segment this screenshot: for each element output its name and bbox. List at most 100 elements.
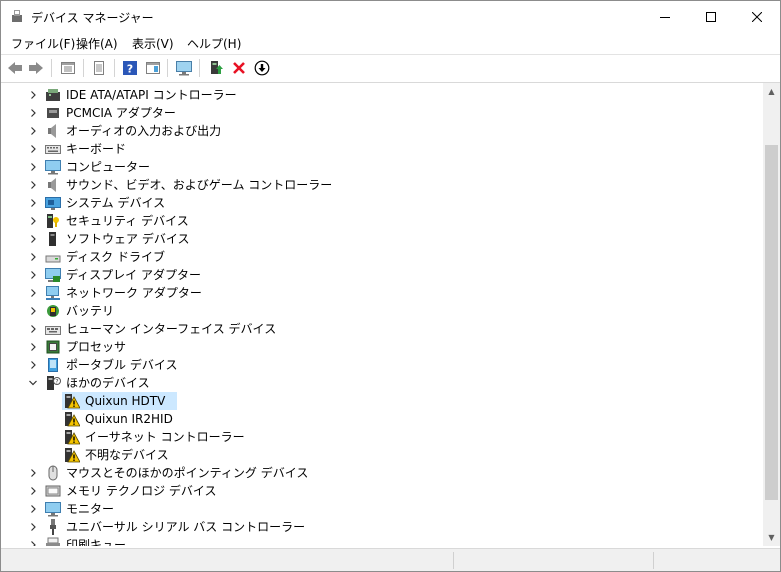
expand-chevron-icon[interactable] xyxy=(27,250,39,264)
status-pane-divider xyxy=(653,552,654,569)
driver-details-button[interactable] xyxy=(89,58,109,78)
update-driver-button[interactable] xyxy=(206,58,226,78)
device-category-row[interactable]: ? ほかのデバイス xyxy=(1,374,741,392)
device-label: 不明なデバイス xyxy=(85,448,169,462)
minimize-button[interactable] xyxy=(642,1,688,32)
device-category-row[interactable]: ヒューマン インターフェイス デバイス xyxy=(1,320,741,338)
menu-file[interactable]: ファイル(F) xyxy=(11,35,75,52)
device-category-row[interactable]: ソフトウェア デバイス xyxy=(1,230,741,248)
pcmcia-icon xyxy=(47,108,59,118)
monitor-icon xyxy=(45,502,61,517)
device-category-row[interactable]: システム デバイス xyxy=(1,194,741,212)
software-device-icon xyxy=(49,232,56,246)
expand-chevron-icon[interactable] xyxy=(27,286,39,300)
maximize-icon xyxy=(706,11,716,22)
forward-button[interactable] xyxy=(26,58,46,78)
expand-chevron-icon[interactable] xyxy=(27,538,39,546)
scroll-up-button[interactable]: ▲ xyxy=(763,83,780,100)
device-category-row[interactable]: キーボード xyxy=(1,140,741,158)
update-driver-icon xyxy=(211,61,223,74)
expand-chevron-icon[interactable] xyxy=(27,124,39,138)
device-category-row[interactable]: ディスク ドライブ xyxy=(1,248,741,266)
device-category-row[interactable]: IDE ATA/ATAPI コントローラー xyxy=(1,86,741,104)
forward-icon xyxy=(29,62,43,74)
device-category-row[interactable]: セキュリティ デバイス xyxy=(1,212,741,230)
expand-chevron-icon[interactable] xyxy=(27,88,39,102)
device-category-row[interactable]: コンピューター xyxy=(1,158,741,176)
expand-chevron-icon[interactable] xyxy=(27,142,39,156)
network-adapter-icon xyxy=(46,286,60,300)
expand-chevron-icon[interactable] xyxy=(27,322,39,336)
device-category-row[interactable]: メモリ テクノロジ デバイス xyxy=(1,482,741,500)
expand-chevron-icon[interactable] xyxy=(27,178,39,192)
expand-chevron-icon[interactable] xyxy=(27,196,39,210)
expand-chevron-icon[interactable] xyxy=(27,484,39,498)
expand-chevron-icon[interactable] xyxy=(27,520,39,534)
back-button[interactable] xyxy=(5,58,25,78)
device-manager-window: デバイス マネージャー ファイル(F) 操作(A) 表示(V) ヘルプ(H) ?… xyxy=(0,0,781,572)
menu-view[interactable]: 表示(V) xyxy=(132,35,174,52)
device-tree[interactable]: IDE ATA/ATAPI コントローラー PCMCIA アダプター オーディオの入… xyxy=(1,83,763,546)
expand-chevron-icon[interactable] xyxy=(27,466,39,480)
back-icon xyxy=(8,62,22,74)
device-category-row[interactable]: ネットワーク アダプター xyxy=(1,284,741,302)
device-label: メモリ テクノロジ デバイス xyxy=(66,484,217,498)
title-bar[interactable]: デバイス マネージャー xyxy=(1,1,780,32)
svg-text:?: ? xyxy=(127,63,133,76)
device-category-row[interactable]: オーディオの入力および出力 xyxy=(1,122,741,140)
action-pane-icon xyxy=(146,62,160,74)
expand-chevron-icon[interactable] xyxy=(27,502,39,516)
expand-chevron-icon[interactable] xyxy=(27,304,39,318)
portable-device-icon xyxy=(48,358,58,372)
expand-chevron-icon[interactable] xyxy=(27,160,39,174)
device-row[interactable]: Quixun IR2HID xyxy=(1,410,741,428)
uninstall-device-button[interactable] xyxy=(229,58,249,78)
hid-icon xyxy=(45,326,61,335)
device-category-row[interactable]: マウスとそのほかのポインティング デバイス xyxy=(1,464,741,482)
help-button[interactable]: ? xyxy=(120,58,140,78)
device-label: キーボード xyxy=(66,142,127,156)
device-label: システム デバイス xyxy=(66,196,166,210)
expand-chevron-icon[interactable] xyxy=(27,106,39,120)
device-category-row[interactable]: モニター xyxy=(1,500,741,518)
device-category-row[interactable]: バッテリ xyxy=(1,302,741,320)
scroll-down-button[interactable]: ▼ xyxy=(763,529,780,546)
device-label: ユニバーサル シリアル バス コントローラー xyxy=(66,520,306,534)
usb-icon xyxy=(50,519,56,535)
close-icon xyxy=(752,11,762,22)
collapse-chevron-icon[interactable] xyxy=(27,376,39,390)
scan-hardware-button[interactable] xyxy=(174,58,194,78)
device-label: ディスク ドライブ xyxy=(66,250,165,264)
device-label: ネットワーク アダプター xyxy=(66,286,202,300)
device-row[interactable]: イーサネット コントローラー xyxy=(1,428,741,446)
print-queue-icon xyxy=(46,537,60,546)
device-category-row[interactable]: PCMCIA アダプター xyxy=(1,104,741,122)
device-category-row[interactable]: ポータブル デバイス xyxy=(1,356,741,374)
device-row[interactable]: 不明なデバイス xyxy=(1,446,741,464)
security-device-icon xyxy=(47,214,59,228)
device-category-row[interactable]: 印刷キュー xyxy=(1,536,741,546)
close-button[interactable] xyxy=(734,1,780,32)
disable-device-button[interactable] xyxy=(252,58,272,78)
device-label: ソフトウェア デバイス xyxy=(66,232,190,246)
menu-action[interactable]: 操作(A) xyxy=(76,35,118,52)
expand-chevron-icon[interactable] xyxy=(27,340,39,354)
device-row[interactable]: Quixun HDTV xyxy=(1,392,741,410)
properties-view-button[interactable] xyxy=(58,58,78,78)
scrollbar-thumb[interactable] xyxy=(765,145,778,500)
vertical-scrollbar[interactable]: ▲ ▼ xyxy=(763,83,780,546)
device-category-row[interactable]: ユニバーサル シリアル バス コントローラー xyxy=(1,518,741,536)
mouse-icon xyxy=(48,465,58,481)
device-category-row[interactable]: サウンド、ビデオ、およびゲーム コントローラー xyxy=(1,176,741,194)
expand-chevron-icon[interactable] xyxy=(27,232,39,246)
toolbar-separator xyxy=(199,59,200,77)
maximize-button[interactable] xyxy=(688,1,734,32)
device-category-row[interactable]: ディスプレイ アダプター xyxy=(1,266,741,284)
expand-chevron-icon[interactable] xyxy=(27,214,39,228)
action-pane-button[interactable] xyxy=(143,58,163,78)
device-category-row[interactable]: プロセッサ xyxy=(1,338,741,356)
expand-chevron-icon[interactable] xyxy=(27,268,39,282)
menu-help[interactable]: ヘルプ(H) xyxy=(187,35,241,52)
device-manager-app-icon xyxy=(12,10,22,22)
expand-chevron-icon[interactable] xyxy=(27,358,39,372)
